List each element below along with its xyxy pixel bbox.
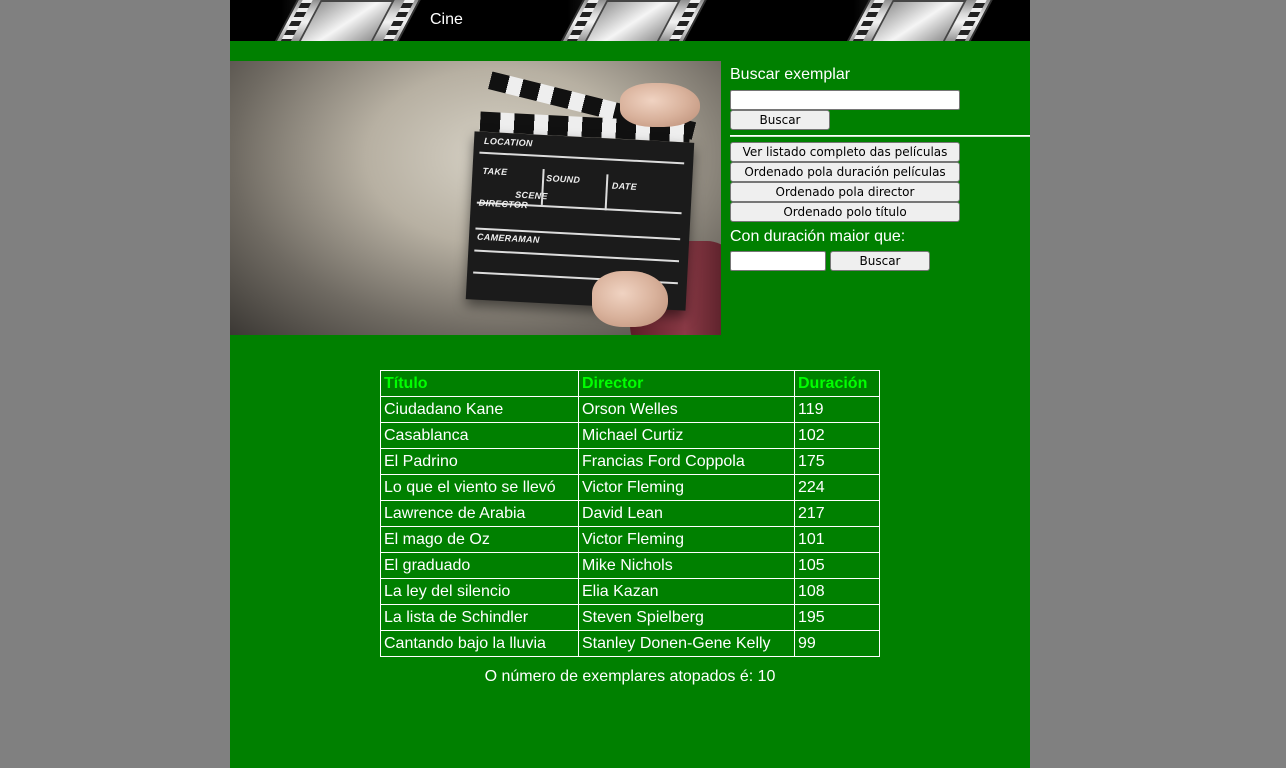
film-reel-graphic	[230, 0, 516, 41]
cell-duration: 224	[794, 474, 880, 501]
full-list-button[interactable]: Ver listado completo das películas	[730, 142, 960, 162]
search-button[interactable]: Buscar	[730, 110, 830, 130]
table-header-row: Título Director Duración	[380, 370, 880, 397]
cell-title: Lawrence de Arabia	[380, 500, 579, 527]
sort-by-duration-button[interactable]: Ordenado pola duración películas	[730, 162, 960, 182]
site-title: Cine	[430, 11, 463, 28]
cell-title: Lo que el viento se llevó	[380, 474, 579, 501]
header-banner: Cine	[230, 0, 1030, 41]
table-row: Casablanca Michael Curtiz 102	[380, 422, 880, 449]
sort-by-title-button[interactable]: Ordenado polo título	[730, 202, 960, 222]
cell-title: La ley del silencio	[380, 578, 579, 605]
table-row: El mago de Oz Victor Fleming 101	[380, 526, 880, 553]
cell-title: El mago de Oz	[380, 526, 579, 553]
clapper-label-date: DATE	[611, 180, 638, 192]
clapper-label-location: LOCATION	[483, 135, 533, 149]
clapper-label-sound: SOUND	[545, 173, 581, 185]
cell-director: Michael Curtiz	[578, 422, 795, 449]
cell-duration: 217	[794, 500, 880, 527]
duration-search-button[interactable]: Buscar	[830, 251, 930, 271]
search-label: Buscar exemplar	[730, 66, 851, 83]
cell-title: La lista de Schindler	[380, 604, 579, 631]
cell-director: Francias Ford Coppola	[578, 448, 795, 475]
result-count-text: O número de exemplares atopados é: 10	[484, 668, 776, 685]
film-reel-graphic	[516, 0, 802, 41]
cell-duration: 105	[794, 552, 880, 579]
cell-duration: 195	[794, 604, 880, 631]
sort-by-director-button[interactable]: Ordenado pola director	[730, 182, 960, 202]
column-header-title: Título	[380, 370, 579, 397]
cell-director: David Lean	[578, 500, 795, 527]
cell-director: Victor Fleming	[578, 526, 795, 553]
cell-title: Ciudadano Kane	[380, 396, 579, 423]
cell-duration: 102	[794, 422, 880, 449]
cell-duration: 119	[794, 396, 880, 423]
cell-title: Cantando bajo la lluvia	[380, 630, 579, 657]
table-row: Cantando bajo la lluvia Stanley Donen-Ge…	[380, 630, 880, 657]
clapper-label-cameraman: CAMERAMAN	[476, 231, 540, 245]
table-row: Lawrence de Arabia David Lean 217	[380, 500, 880, 527]
cell-title: Casablanca	[380, 422, 579, 449]
page-content: Cine LOCATION TAKE SOUND DATE SCENE DIRE…	[230, 0, 1030, 768]
table-row: El Padrino Francias Ford Coppola 175	[380, 448, 880, 475]
cell-director: Stanley Donen-Gene Kelly	[578, 630, 795, 657]
table-row: Ciudadano Kane Orson Welles 119	[380, 396, 880, 423]
table-row: La lista de Schindler Steven Spielberg 1…	[380, 604, 880, 631]
cell-title: El Padrino	[380, 448, 579, 475]
clapper-label-director: DIRECTOR	[478, 197, 529, 211]
cell-director: Victor Fleming	[578, 474, 795, 501]
cell-duration: 101	[794, 526, 880, 553]
cell-director: Steven Spielberg	[578, 604, 795, 631]
clapper-label-take: TAKE	[482, 165, 508, 178]
cell-duration: 99	[794, 630, 880, 657]
cell-duration: 108	[794, 578, 880, 605]
table-row: El graduado Mike Nichols 105	[380, 552, 880, 579]
cell-director: Orson Welles	[578, 396, 795, 423]
duration-filter-label: Con duración maior que:	[730, 228, 906, 245]
table-row: La ley del silencio Elia Kazan 108	[380, 578, 880, 605]
cell-duration: 175	[794, 448, 880, 475]
hero-image-clapperboard: LOCATION TAKE SOUND DATE SCENE DIRECTOR …	[230, 61, 721, 335]
cell-title: El graduado	[380, 552, 579, 579]
search-input[interactable]	[730, 90, 960, 110]
duration-input[interactable]	[730, 251, 826, 271]
table-row: Lo que el viento se llevó Victor Fleming…	[380, 474, 880, 501]
column-header-director: Director	[578, 370, 795, 397]
film-reel-graphic	[802, 0, 1030, 41]
results-table: Título Director Duración Ciudadano Kane …	[380, 370, 880, 657]
cell-director: Elia Kazan	[578, 578, 795, 605]
panel-divider	[730, 135, 1030, 137]
cell-director: Mike Nichols	[578, 552, 795, 579]
column-header-duration: Duración	[794, 370, 880, 397]
